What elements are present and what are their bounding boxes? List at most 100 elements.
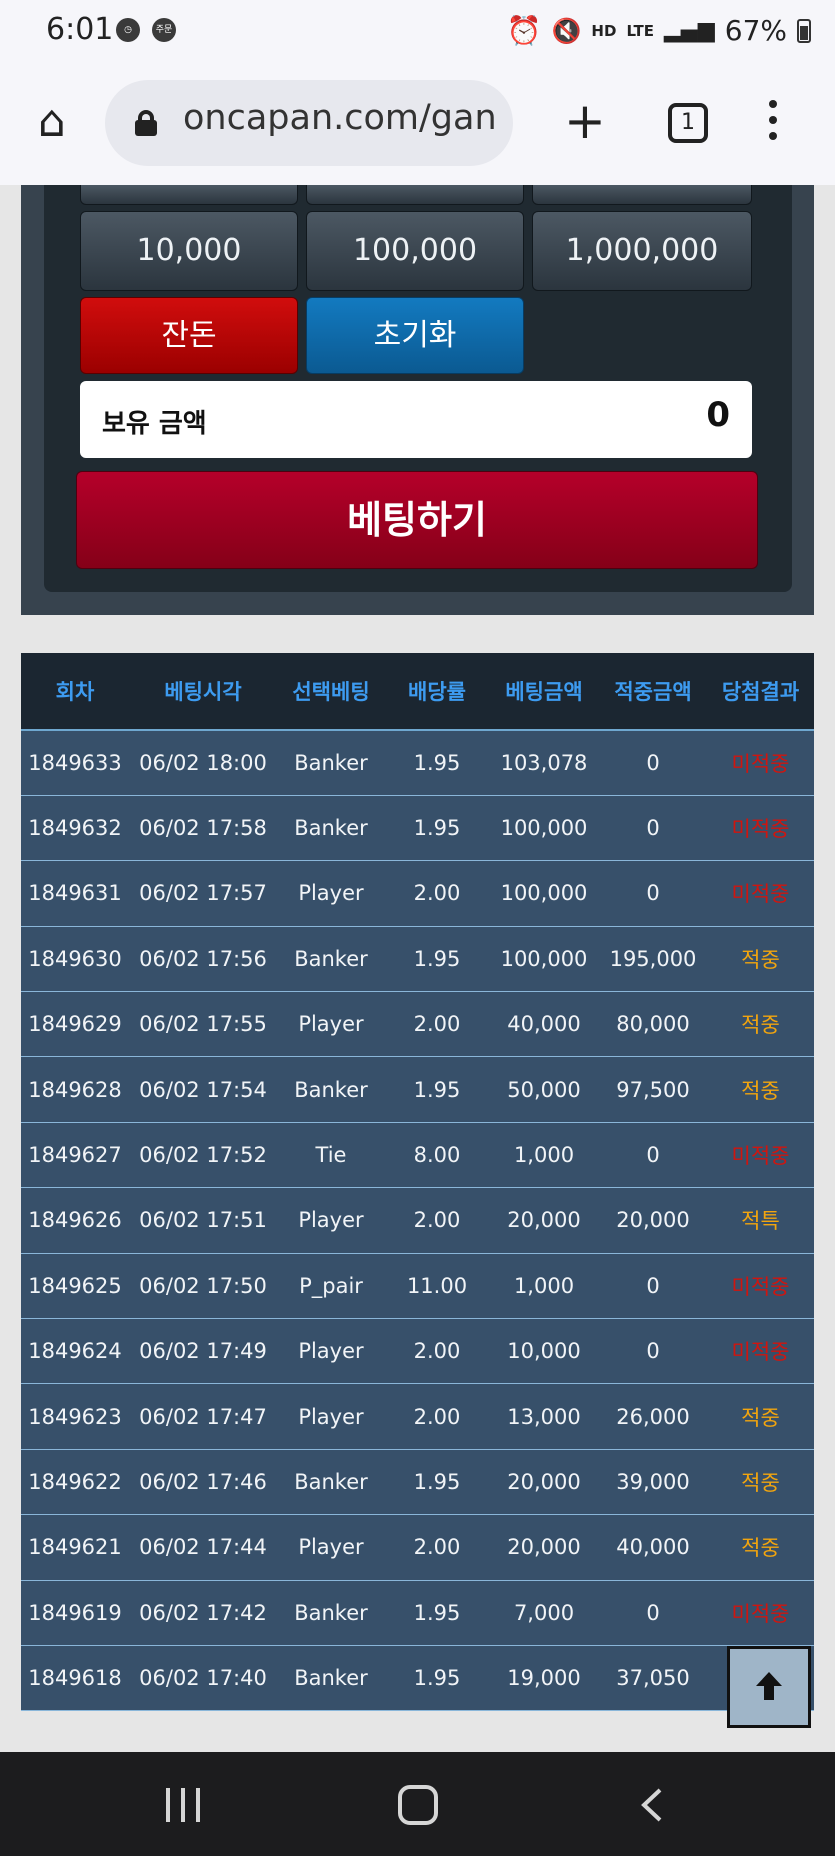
cell-round: 1849626: [21, 1187, 129, 1254]
table-header-row: 회차 베팅시각 선택베팅 배당률 베팅금액 적중금액 당첨결과: [21, 653, 814, 731]
cell-win-amount: 0: [599, 730, 707, 796]
cell-bet-time: 06/02 17:54: [129, 1056, 277, 1123]
cell-bet-time: 06/02 17:42: [129, 1580, 277, 1646]
col-header-win-amount: 적중금액: [599, 653, 707, 731]
cell-result: 미적중: [707, 1253, 814, 1320]
cell-bet-amount: 100,000: [489, 860, 599, 927]
cell-win-amount: 39,000: [599, 1449, 707, 1516]
table-row: 1849633 06/02 18:00 Banker 1.95 103,078 0 미적중: [21, 730, 814, 796]
cell-result: 적중: [707, 1383, 814, 1450]
holding-amount-value: 0: [706, 395, 730, 435]
cell-win-amount: 0: [599, 1253, 707, 1320]
cell-odds: 2.00: [385, 1187, 489, 1254]
table-row: 1849627 06/02 17:52 Tie 8.00 1,000 0 미적중: [21, 1122, 814, 1189]
table-row: 1849621 06/02 17:44 Player 2.00 20,000 40,000…: [21, 1514, 814, 1581]
cell-bet-amount: 20,000: [489, 1449, 599, 1516]
table-row: 1849631 06/02 17:57 Player 2.00 100,000 0 미적중: [21, 860, 814, 927]
cell-result: 적중: [707, 926, 814, 993]
reset-button[interactable]: 초기화: [306, 297, 524, 374]
chip-button-1000000[interactable]: 1,000,000: [532, 211, 752, 291]
cell-odds: 1.95: [385, 1645, 489, 1712]
cell-win-amount: 37,050: [599, 1645, 707, 1712]
cell-selection: Banker: [277, 1056, 385, 1123]
cell-bet-amount: 100,000: [489, 926, 599, 993]
chip-button-partial-1[interactable]: [80, 185, 298, 205]
place-bet-button[interactable]: 베팅하기: [76, 471, 758, 569]
cell-round: 1849629: [21, 991, 129, 1058]
cell-selection: Banker: [277, 1449, 385, 1516]
cell-result: 미적중: [707, 730, 814, 796]
browser-toolbar: ⌂ oncapan.com/gan + 1: [0, 60, 835, 185]
cell-result: 적중: [707, 1056, 814, 1123]
cell-result: 미적중: [707, 1318, 814, 1385]
home-icon[interactable]: ⌂: [28, 98, 76, 146]
cell-selection: Banker: [277, 1580, 385, 1646]
cell-odds: 2.00: [385, 860, 489, 927]
col-header-bet-time: 베팅시각: [129, 653, 277, 731]
cell-win-amount: 80,000: [599, 991, 707, 1058]
cell-win-amount: 0: [599, 1122, 707, 1189]
back-icon[interactable]: [640, 1788, 664, 1822]
cell-bet-amount: 10,000: [489, 1318, 599, 1385]
battery-icon: [797, 18, 811, 43]
cell-bet-time: 06/02 17:46: [129, 1449, 277, 1516]
cell-odds: 1.95: [385, 730, 489, 796]
cell-bet-amount: 103,078: [489, 730, 599, 796]
cell-bet-amount: 20,000: [489, 1514, 599, 1581]
scroll-to-top-button[interactable]: [727, 1646, 811, 1728]
cell-bet-time: 06/02 17:55: [129, 991, 277, 1058]
cell-odds: 1.95: [385, 1056, 489, 1123]
cell-win-amount: 40,000: [599, 1514, 707, 1581]
cell-selection: Player: [277, 991, 385, 1058]
lock-icon: [135, 110, 157, 136]
chip-button-10000[interactable]: 10,000: [80, 211, 298, 291]
recent-apps-icon[interactable]: [166, 1788, 202, 1822]
cell-result: 미적중: [707, 1580, 814, 1646]
table-row: 1849624 06/02 17:49 Player 2.00 10,000 0 미적중: [21, 1318, 814, 1385]
cell-round: 1849632: [21, 795, 129, 862]
cell-round: 1849627: [21, 1122, 129, 1189]
cell-selection: Banker: [277, 1645, 385, 1712]
signal-icon: ▂▄▆: [664, 18, 715, 43]
home-nav-icon[interactable]: [398, 1785, 438, 1825]
address-bar[interactable]: oncapan.com/gan: [105, 80, 513, 166]
cell-bet-amount: 100,000: [489, 795, 599, 862]
cell-selection: Player: [277, 1318, 385, 1385]
chip-button-partial-3[interactable]: [532, 185, 752, 205]
chip-button-partial-2[interactable]: [306, 185, 524, 205]
mute-icon: 🔇: [551, 16, 582, 45]
cell-odds: 2.00: [385, 1318, 489, 1385]
cell-bet-time: 06/02 17:52: [129, 1122, 277, 1189]
table-row: 1849619 06/02 17:42 Banker 1.95 7,000 0 미적중: [21, 1580, 814, 1646]
cell-round: 1849631: [21, 860, 129, 927]
table-row: 1849630 06/02 17:56 Banker 1.95 100,000 195,0…: [21, 926, 814, 993]
status-bar: 6:01 ◷ 주문 ⏰ 🔇 HD LTE ▂▄▆ 67%: [0, 0, 835, 60]
new-tab-icon[interactable]: +: [560, 96, 610, 146]
cell-bet-amount: 50,000: [489, 1056, 599, 1123]
cell-result: 적중: [707, 1449, 814, 1516]
cell-bet-amount: 1,000: [489, 1253, 599, 1320]
cell-bet-time: 06/02 18:00: [129, 730, 277, 796]
cell-bet-time: 06/02 17:49: [129, 1318, 277, 1385]
cell-bet-time: 06/02 17:44: [129, 1514, 277, 1581]
more-menu-icon[interactable]: [760, 100, 786, 150]
col-header-odds: 배당률: [385, 653, 489, 731]
tab-switcher-button[interactable]: 1: [668, 103, 708, 143]
cell-round: 1849633: [21, 730, 129, 796]
table-row: 1849618 06/02 17:40 Banker 1.95 19,000 37,050…: [21, 1645, 814, 1712]
chip-button-100000[interactable]: 100,000: [306, 211, 524, 291]
cell-round: 1849624: [21, 1318, 129, 1385]
cell-bet-amount: 20,000: [489, 1187, 599, 1254]
status-time: 6:01: [46, 12, 114, 47]
lte-icon: LTE: [626, 21, 654, 40]
cell-win-amount: 26,000: [599, 1383, 707, 1450]
arrow-up-icon: [756, 1672, 782, 1700]
table-row: 1849622 06/02 17:46 Banker 1.95 20,000 39,000…: [21, 1449, 814, 1516]
col-header-round: 회차: [21, 653, 129, 731]
cell-win-amount: 0: [599, 1580, 707, 1646]
cell-win-amount: 195,000: [599, 926, 707, 993]
cell-odds: 11.00: [385, 1253, 489, 1320]
cell-bet-amount: 7,000: [489, 1580, 599, 1646]
balance-button[interactable]: 잔돈: [80, 297, 298, 374]
cell-round: 1849623: [21, 1383, 129, 1450]
